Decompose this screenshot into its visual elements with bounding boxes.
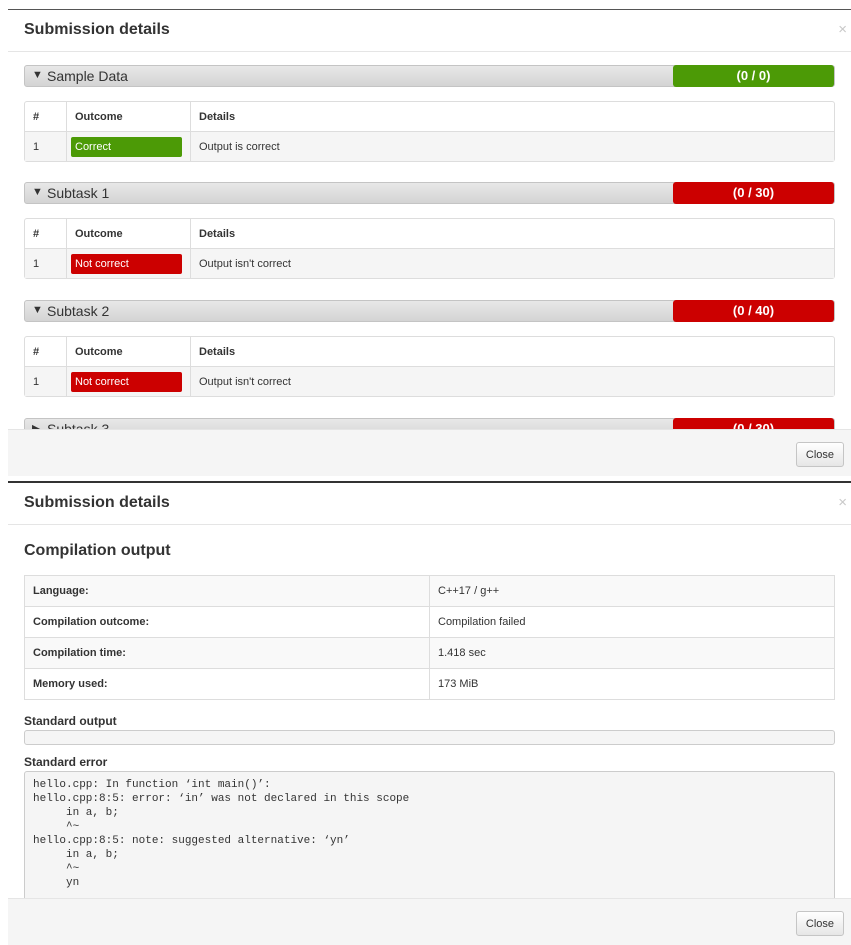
table-row: 1 Not correct Output isn't correct <box>25 249 834 278</box>
table-row: 1 Correct Output is correct <box>25 132 834 161</box>
table-row: Language: C++17 / g++ <box>25 576 834 607</box>
subtask-1: ▼ Subtask 1 (0 / 30) # Outcome Details 1… <box>24 182 835 279</box>
compilation-title: Compilation output <box>24 542 171 559</box>
subtask-name: Subtask 1 <box>47 185 110 201</box>
submission-details-modal-compilation: Submission details × Compilation output … <box>8 481 851 945</box>
chevron-down-icon: ▼ <box>32 69 43 81</box>
outcome-badge: Correct <box>71 136 182 157</box>
subtask-sample-data: ▼ Sample Data (0 / 0) # Outcome Details … <box>24 65 835 162</box>
chevron-down-icon: ▼ <box>32 304 43 316</box>
modal-header: Submission details × <box>8 483 851 525</box>
subtask-score: (0 / 30) <box>673 182 834 204</box>
modal-header: Submission details × <box>8 10 851 52</box>
stderr-line: in a, b; <box>33 807 119 819</box>
cell-outcome: Correct <box>66 132 190 161</box>
cell-num: 1 <box>25 132 66 161</box>
stderr-box: hello.cpp: In function ‘int main()’: hel… <box>24 771 835 900</box>
col-header-details: Details <box>190 102 834 132</box>
col-header-outcome: Outcome <box>66 102 190 132</box>
subtask-name: Sample Data <box>47 68 128 84</box>
outcome-badge: Not correct <box>71 253 182 274</box>
cell-details: Output isn't correct <box>190 249 834 278</box>
subtask-2: ▼ Subtask 2 (0 / 40) # Outcome Details 1… <box>24 300 835 397</box>
testcase-table: # Outcome Details 1 Not correct Output i… <box>24 336 835 397</box>
cell-details: Output isn't correct <box>190 367 834 396</box>
subtask-name: Subtask 2 <box>47 303 110 319</box>
subtask-header[interactable]: ▼ Subtask 2 (0 / 40) <box>24 300 835 322</box>
col-header-details: Details <box>190 219 834 249</box>
cell-num: 1 <box>25 249 66 278</box>
modal-title: Submission details <box>24 21 170 38</box>
close-button[interactable]: Close <box>795 911 844 936</box>
col-header-num: # <box>25 219 66 249</box>
modal-footer: Close <box>8 429 851 476</box>
info-value: 1.418 sec <box>430 638 834 669</box>
info-key: Memory used: <box>25 669 430 699</box>
close-icon[interactable]: × <box>838 494 847 511</box>
table-row: Compilation time: 1.418 sec <box>25 638 834 669</box>
modal-body: Compilation output Language: C++17 / g++… <box>8 525 851 900</box>
info-value: C++17 / g++ <box>430 576 834 607</box>
cell-details: Output is correct <box>190 132 834 161</box>
col-header-outcome: Outcome <box>66 337 190 367</box>
testcase-table: # Outcome Details 1 Correct Output is co… <box>24 101 835 162</box>
info-value: 173 MiB <box>438 678 479 690</box>
stderr-line: hello.cpp:8:5: error: ‘in’ was not decla… <box>33 793 410 805</box>
stderr-line: hello.cpp:8:5: note: suggested alternati… <box>33 835 350 847</box>
info-key: Compilation time: <box>25 638 430 669</box>
chevron-down-icon: ▼ <box>32 186 43 198</box>
col-header-num: # <box>25 337 66 367</box>
stderr-label: Standard error <box>24 755 108 769</box>
col-header-num: # <box>25 102 66 132</box>
col-header-outcome: Outcome <box>66 219 190 249</box>
table-row: 1 Not correct Output isn't correct <box>25 367 834 396</box>
close-button[interactable]: Close <box>795 442 844 467</box>
compilation-info-table: Language: C++17 / g++ Compilation outcom… <box>24 575 835 700</box>
col-header-details: Details <box>190 337 834 367</box>
stderr-line: ^~ <box>33 863 80 875</box>
stderr-line: hello.cpp: In function ‘int main()’: <box>33 779 271 791</box>
table-row: Compilation outcome: Compilation failed <box>25 607 834 638</box>
subtask-header[interactable]: ▼ Sample Data (0 / 0) <box>24 65 835 87</box>
info-key: Language: <box>25 576 430 607</box>
stdout-box <box>24 730 835 745</box>
info-value: Compilation failed <box>430 607 834 638</box>
table-row: Memory used: 173 MiB <box>25 669 834 699</box>
modal-body: ▼ Sample Data (0 / 0) # Outcome Details … <box>8 52 851 431</box>
info-key: Compilation outcome: <box>25 607 430 638</box>
close-icon[interactable]: × <box>838 21 847 38</box>
subtask-score: (0 / 0) <box>673 65 834 87</box>
testcase-table: # Outcome Details 1 Not correct Output i… <box>24 218 835 279</box>
cell-outcome: Not correct <box>66 249 190 278</box>
subtask-score: (0 / 40) <box>673 300 834 322</box>
cell-outcome: Not correct <box>66 367 190 396</box>
submission-details-modal: Submission details × ▼ Sample Data (0 / … <box>8 9 851 476</box>
outcome-badge: Not correct <box>71 371 182 392</box>
cell-num: 1 <box>25 367 66 396</box>
stderr-line: ^~ <box>33 821 80 833</box>
stdout-label: Standard output <box>24 714 117 728</box>
modal-title: Submission details <box>24 494 170 511</box>
stderr-line: yn <box>33 877 80 889</box>
modal-footer: Close <box>8 898 851 945</box>
subtask-header[interactable]: ▼ Subtask 1 (0 / 30) <box>24 182 835 204</box>
stderr-line: in a, b; <box>33 849 119 861</box>
